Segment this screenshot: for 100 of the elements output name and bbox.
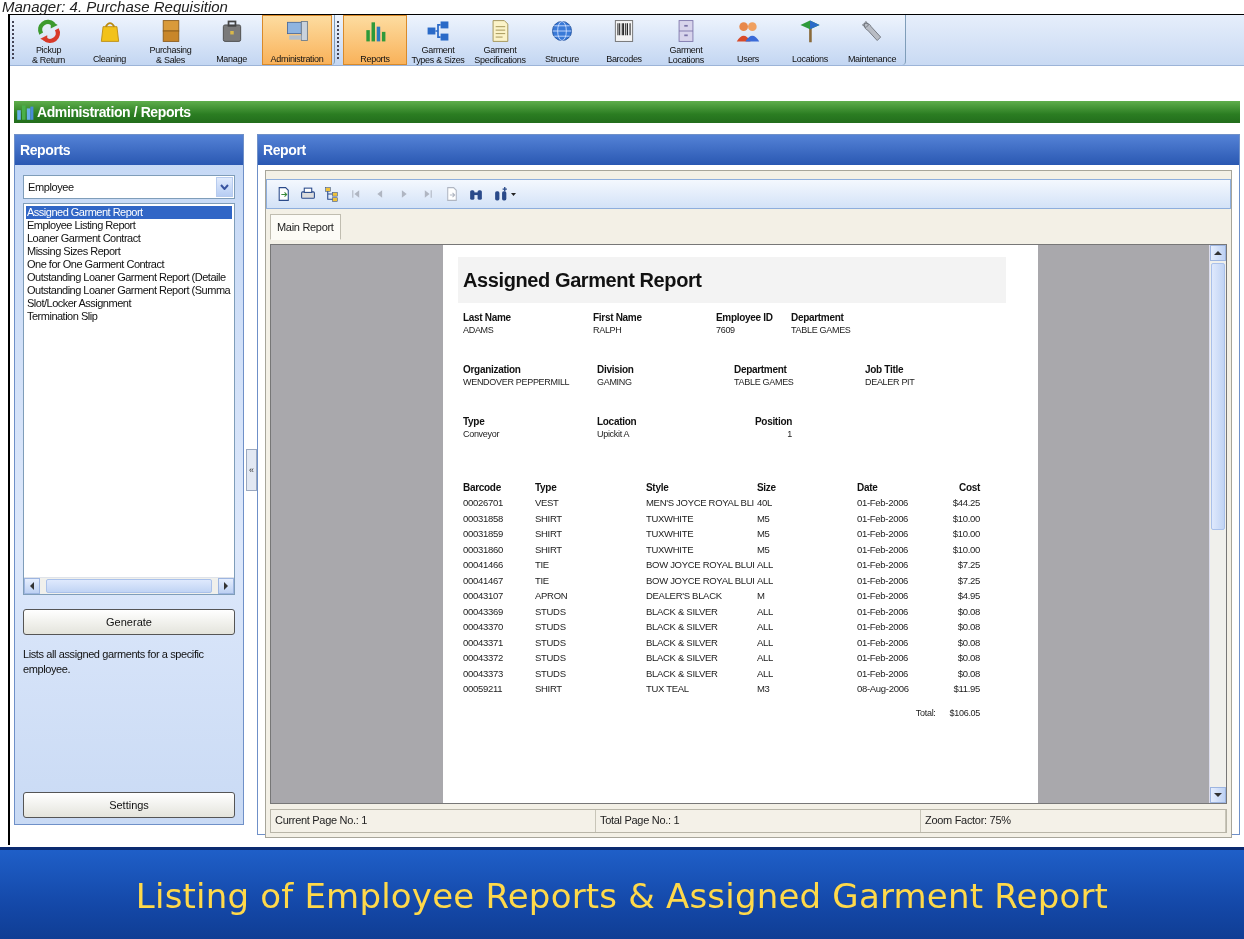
chart-icon — [16, 103, 34, 121]
table-cell: ALL — [757, 667, 773, 679]
table-cell: STUDS — [535, 667, 566, 679]
toolbar-button[interactable]: Users — [717, 15, 779, 65]
report-description: Lists all assigned garments for a specific employee. — [23, 647, 205, 677]
toolbar-button[interactable]: Structure — [531, 15, 593, 65]
table-cell: SHIRT — [535, 683, 562, 694]
horizontal-scrollbar[interactable] — [24, 577, 234, 594]
toolbar-button[interactable]: Barcodes — [593, 15, 655, 65]
table-cell: BLACK & SILVER — [646, 652, 718, 663]
table-cell: 00041466 — [463, 559, 503, 570]
scroll-left-icon — [29, 582, 35, 590]
field-value: 7609 — [716, 324, 736, 336]
table-cell: 00043371 — [463, 636, 503, 648]
list-item[interactable]: Employee Listing Report — [26, 219, 232, 232]
table-cell: 01-Feb-2006 — [857, 590, 909, 601]
table-cell: MEN'S JOYCE ROYAL BLI — [646, 497, 754, 508]
table-cell: BLACK & SILVER — [646, 667, 718, 679]
generate-button[interactable]: Generate — [23, 609, 235, 635]
table-cell: BLACK & SILVER — [646, 636, 718, 648]
field-value: DEALER PIT — [865, 376, 916, 388]
list-item[interactable]: Assigned Garment Report — [26, 206, 232, 219]
table-cell: 00026701 — [463, 497, 503, 508]
tree-icon — [324, 186, 340, 202]
go-to-page-icon — [444, 186, 460, 202]
table-cell: 01-Feb-2006 — [857, 512, 909, 524]
toolbar-button[interactable]: Purchasing & Sales — [140, 15, 201, 65]
report-tab[interactable]: Main Report — [270, 214, 341, 240]
banner-text: Listing of Employee Reports & Assigned Garment Report — [135, 876, 1109, 916]
list-item[interactable]: One for One Garment Contract — [26, 258, 232, 271]
table-cell: $0.08 — [957, 667, 980, 679]
total-label: Total: — [915, 706, 936, 719]
table-cell: 00043373 — [463, 667, 503, 679]
table-cell: DEALER'S BLACK — [646, 590, 722, 601]
scroll-right-icon — [223, 582, 229, 590]
field-value: TABLE GAMES — [791, 324, 852, 336]
settings-button[interactable]: Settings — [23, 792, 235, 818]
list-item[interactable]: Slot/Locker Assignment — [26, 297, 232, 310]
table-cell: $11.95 — [953, 683, 980, 694]
table-cell: 01-Feb-2006 — [857, 574, 909, 586]
table-cell: 01-Feb-2006 — [857, 636, 909, 648]
column-header: Cost — [958, 482, 980, 493]
toolbar-button[interactable]: Maintenance — [841, 15, 903, 65]
field-label: Division — [597, 363, 635, 376]
list-item[interactable]: Missing Sizes Report — [26, 245, 232, 258]
category-dropdown[interactable]: Employee — [23, 175, 235, 199]
status-text: Current Page No.: 1 — [271, 810, 596, 832]
list-item[interactable]: Outstanding Loaner Garment Report (Detaile — [26, 271, 232, 284]
field-label: First Name — [593, 311, 643, 324]
table-cell: STUDS — [535, 605, 566, 617]
column-header: Style — [646, 482, 669, 493]
toolbar-button[interactable]: Locations — [779, 15, 841, 65]
field-value: Upickit A — [597, 428, 631, 440]
table-cell: $10.00 — [952, 528, 980, 539]
binoculars-dropdown-icon — [492, 186, 516, 202]
table-cell: TIE — [535, 574, 549, 586]
table-cell: 00031858 — [463, 512, 503, 524]
table-cell: M5 — [757, 512, 770, 524]
table-cell: SHIRT — [535, 528, 562, 539]
toolbar-button[interactable]: Garment Specifications — [469, 15, 531, 65]
list-item[interactable]: Loaner Garment Contract — [26, 232, 232, 245]
list-item[interactable]: Termination Slip — [26, 310, 232, 323]
status-text: Total Page No.: 1 — [596, 810, 921, 832]
toolbar-button[interactable]: Administration — [262, 15, 332, 65]
table-cell: ALL — [757, 574, 773, 586]
toolbar-button[interactable]: Pickup & Return — [18, 15, 79, 65]
table-cell: ALL — [757, 621, 773, 632]
table-cell: 00043369 — [463, 605, 503, 617]
list-item[interactable]: Outstanding Loaner Garment Report (Summa — [26, 284, 232, 297]
field-label: Location — [597, 415, 638, 428]
report-title: Assigned Garment Report — [458, 257, 1006, 303]
table-cell: 00059211 — [463, 683, 503, 694]
toolbar-button[interactable]: Reports — [343, 15, 407, 65]
toolbar-button[interactable]: Manage — [201, 15, 262, 65]
field-label: Department — [791, 311, 845, 324]
vertical-scrollbar[interactable] — [1209, 245, 1226, 803]
table-cell: 01-Feb-2006 — [857, 621, 909, 632]
collapse-handle[interactable]: « — [246, 449, 257, 491]
table-cell: 01-Feb-2006 — [857, 652, 909, 663]
field-label: Department — [734, 363, 788, 376]
toolbar-button[interactable]: Cleaning — [79, 15, 140, 65]
table-cell: 01-Feb-2006 — [857, 543, 909, 555]
slide-caption: Manager: 4. Purchase Requisition — [1, 0, 229, 14]
table-cell: M3 — [757, 683, 770, 694]
field-label: Job Title — [865, 363, 905, 376]
table-cell: ALL — [757, 605, 773, 617]
table-cell: $0.08 — [957, 652, 980, 663]
panel-title: Report — [258, 135, 1239, 165]
table-cell: BOW JOYCE ROYAL BLUI — [646, 559, 755, 570]
table-cell: 00031859 — [463, 528, 503, 539]
table-cell: 08-Aug-2006 — [857, 683, 909, 694]
toolbar-button[interactable]: Garment Locations — [655, 15, 717, 65]
field-value: ADAMS — [463, 324, 495, 336]
table-cell: TUXWHITE — [646, 512, 694, 524]
toolbar-button[interactable]: Garment Types & Sizes — [407, 15, 469, 65]
column-header: Type — [535, 482, 557, 493]
table-cell: M — [757, 590, 765, 601]
toolbar-button[interactable] — [323, 184, 341, 204]
table-cell: BLACK & SILVER — [646, 621, 718, 632]
field-label: Organization — [463, 363, 522, 376]
